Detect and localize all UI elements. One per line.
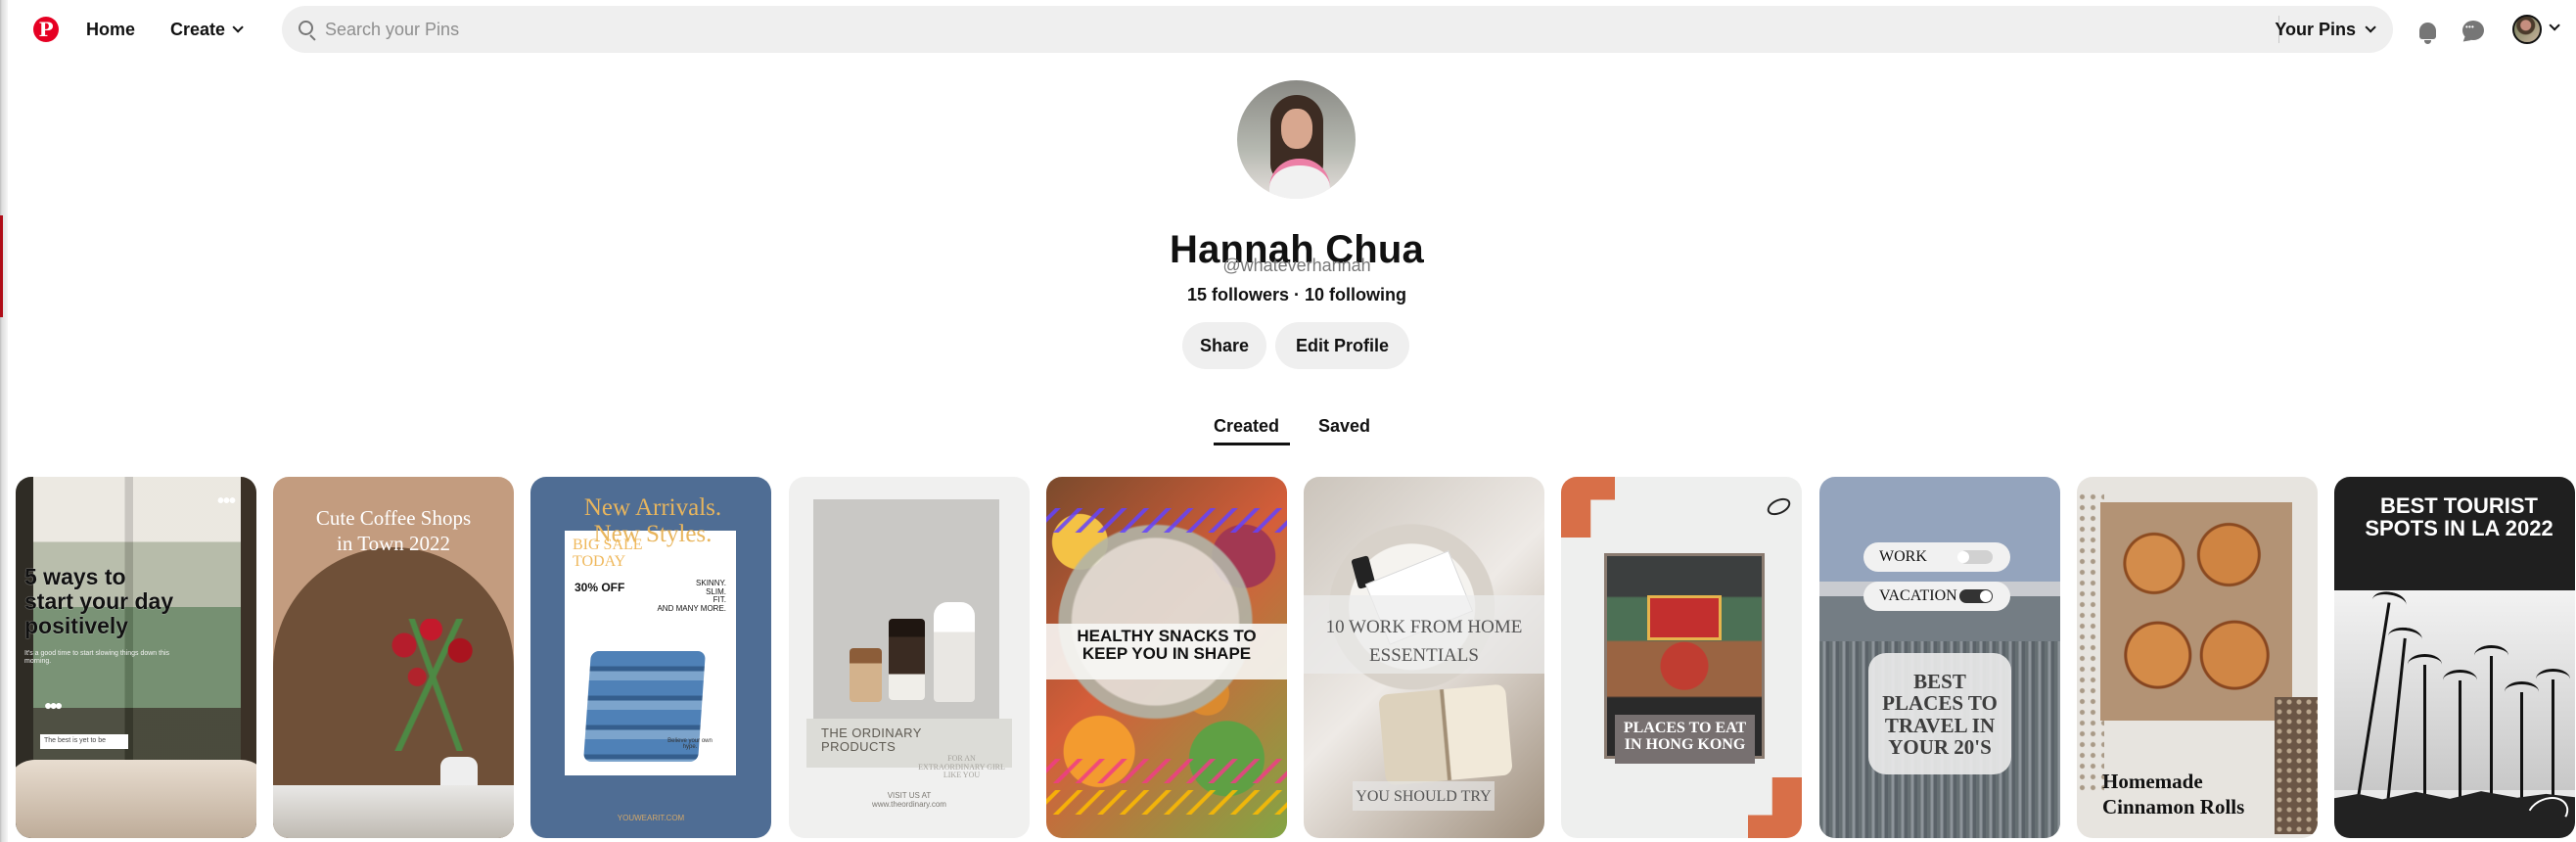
style-copy-text: SKINNY. SLIM. FIT. AND MANY MORE. — [657, 579, 726, 613]
create-menu-button[interactable]: Create — [170, 17, 244, 42]
tube-image — [934, 602, 975, 702]
cinnamon-rolls-photo — [2100, 502, 2292, 721]
pin-title: BEST PLACES TO TRAVEL IN YOUR 20'S — [1882, 670, 1998, 759]
carousel-dots-icon: ●●● — [44, 697, 63, 713]
tulip-flowers-image — [383, 619, 490, 751]
profile-follow-stats[interactable]: 15 followers · 10 following — [1077, 285, 1517, 308]
believe-text: Believe your own hype. — [667, 738, 713, 751]
created-pins-grid: ••• 5 ways to start your day positively … — [16, 477, 2576, 842]
pin-note: The best is yet to be — [40, 734, 128, 749]
browser-left-edge — [0, 0, 8, 842]
pin-tagline: FOR AN EXTRAORDINARY GIRL LIKE YOU — [918, 754, 1005, 780]
dark-bottle-image — [889, 619, 925, 700]
palm-tree-image — [2505, 681, 2539, 804]
tab-saved[interactable]: Saved — [1318, 416, 1379, 445]
work-toggle-graphic: WORK — [1863, 542, 2010, 572]
pin-subtitle: YOU SHOULD TRY — [1356, 788, 1492, 805]
top-navigation-bar: P Home Create Your Pins — [8, 0, 2576, 59]
profile-handle: @whateverhannah — [1222, 256, 1371, 275]
messages-icon[interactable] — [2460, 17, 2487, 44]
home-nav-link[interactable]: Home — [86, 17, 135, 42]
sale-text: BIG SALE TODAY — [573, 537, 643, 571]
pin-title: THE ORDINARY PRODUCTS — [821, 725, 922, 755]
palm-tree-sky-image — [2334, 590, 2575, 790]
message-bubble-shape — [2462, 21, 2484, 40]
pin-title: PLACES TO EAT IN HONG KONG — [1623, 720, 1747, 754]
your-pins-label: Your Pins — [2275, 19, 2356, 39]
pin-small-text: It's a good time to start slowing things… — [24, 650, 170, 665]
table-image — [273, 785, 514, 838]
loop-icon — [1765, 494, 1793, 519]
bed-image — [16, 760, 256, 838]
pin-card-hong-kong[interactable]: PLACES TO EAT IN HONG KONG — [1561, 477, 1802, 838]
pin-card-work-from-home[interactable]: 10 WORK FROM HOME ESSENTIALS YOU SHOULD … — [1304, 477, 1544, 838]
profile-avatar — [1237, 80, 1356, 199]
vacation-toggle-graphic: VACATION — [1863, 582, 2010, 611]
more-options-icon[interactable]: ••• — [217, 491, 236, 513]
decorative-squiggle — [1046, 759, 1287, 783]
notifications-icon[interactable] — [2414, 17, 2441, 44]
pin-card-healthy-snacks[interactable]: HEALTHY SNACKS TO KEEP YOU IN SHAPE — [1046, 477, 1287, 838]
search-bar[interactable]: Your Pins — [282, 6, 2393, 53]
pin-url-text: YOUWEARIT.COM — [617, 814, 685, 822]
orange-corner-decoration — [1561, 477, 1615, 538]
tab-created[interactable]: Created — [1214, 416, 1290, 445]
account-chevron-down-icon[interactable] — [2549, 20, 2560, 31]
pin-title: BEST TOURIST SPOTS IN LA 2022 — [2365, 493, 2553, 541]
pin-card-cinnamon-rolls[interactable]: Homemade Cinnamon Rolls — [2077, 477, 2318, 838]
search-input[interactable] — [323, 13, 2134, 46]
palm-tree-image — [2474, 645, 2508, 804]
pin-title: HEALTHY SNACKS TO KEEP YOU IN SHAPE — [1077, 627, 1257, 664]
visit-text: VISIT US AT www.theordinary.com — [872, 791, 946, 809]
pin-card-start-day-positively[interactable]: ••• 5 ways to start your day positively … — [16, 477, 256, 838]
decorative-squiggle — [1046, 790, 1287, 815]
palm-tree-image — [2443, 670, 2477, 804]
search-icon — [299, 21, 313, 35]
avatar-face — [1281, 109, 1312, 149]
pin-card-travel-places[interactable]: WORK VACATION BEST PLACES TO TRAVEL IN Y… — [1819, 477, 2060, 838]
open-book-image — [1378, 683, 1513, 786]
create-menu-label: Create — [170, 19, 226, 39]
small-bottle-image — [850, 648, 882, 702]
pin-title: Cute Coffee Shops in Town 2022 — [315, 506, 472, 555]
pin-card-ordinary-products[interactable]: THE ORDINARY PRODUCTS FOR AN EXTRAORDINA… — [789, 477, 1030, 838]
pinterest-logo-icon[interactable]: P — [33, 17, 59, 42]
chevron-down-icon — [2365, 22, 2376, 33]
palm-tree-image — [2408, 654, 2442, 804]
pin-title: Homemade Cinnamon Rolls — [2102, 770, 2245, 819]
pin-card-cute-coffee-shops[interactable]: Cute Coffee Shops in Town 2022 — [273, 477, 514, 838]
neon-sign-image — [1647, 595, 1722, 640]
profile-avatar-button[interactable] — [2512, 15, 2542, 44]
decorative-squiggle — [1046, 508, 1287, 533]
palm-tree-image — [2536, 669, 2570, 804]
your-pins-dropdown[interactable]: Your Pins — [2275, 16, 2376, 43]
edit-profile-button[interactable]: Edit Profile — [1275, 322, 1409, 369]
pinterest-profile-page: P Home Create Your Pins — [0, 0, 2576, 842]
chevron-down-icon — [232, 22, 244, 33]
orange-corner-decoration — [1748, 777, 1802, 838]
pin-card-new-arrivals[interactable]: New Arrivals. New Styles. BIG SALE TODAY… — [530, 477, 771, 838]
discount-text: 30% OFF — [575, 581, 625, 594]
share-button[interactable]: Share — [1182, 322, 1266, 369]
pin-title: 10 WORK FROM HOME ESSENTIALS — [1325, 617, 1523, 667]
pin-card-la-tourist-spots[interactable]: BEST TOURIST SPOTS IN LA 2022 — [2334, 477, 2575, 838]
pin-title: 5 ways to start your day positively — [24, 564, 174, 638]
bell-shape — [2418, 22, 2436, 44]
